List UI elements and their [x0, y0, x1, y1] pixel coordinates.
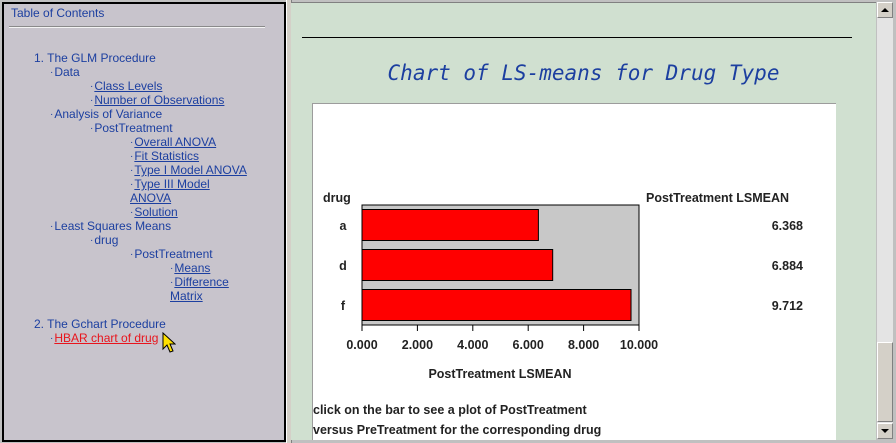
chart-title: Chart of LS-means for Drug Type: [387, 61, 780, 85]
bullet-icon: ·: [130, 151, 134, 162]
bar-f[interactable]: [361, 289, 632, 321]
bullet-icon: ·: [170, 277, 174, 288]
arrow-down-icon: [881, 429, 889, 433]
x-tick-label: 6.000: [513, 338, 544, 352]
toc-link[interactable]: ANOVA: [130, 191, 171, 205]
toc-link[interactable]: Overall ANOVA: [134, 135, 216, 149]
toc-link[interactable]: Type III Model: [134, 177, 209, 191]
toc-item: ·Data: [50, 65, 80, 81]
bullet-icon: ·: [170, 263, 174, 274]
hbar-chart: a 6.368 d 6.884 f 9.712 drug PostTreatment LSME…: [323, 191, 803, 381]
toc-item[interactable]: ·HBAR chart of drug: [50, 331, 158, 347]
bullet-icon: ·: [130, 179, 134, 190]
bullet-icon: ·: [130, 207, 134, 218]
category-label: f: [341, 299, 346, 313]
bullet-icon: ·: [90, 95, 94, 106]
bullet-icon: ·: [50, 333, 54, 344]
footnote-line-1: click on the bar to see a plot of PostTr…: [313, 403, 587, 417]
bullet-icon: ·: [50, 221, 54, 232]
toc-label: Data: [54, 65, 80, 79]
toc-item: ·drug: [90, 233, 118, 249]
toc-item[interactable]: Matrix: [170, 289, 203, 303]
footnote-line-2: versus PreTreatment for the correspondin…: [313, 423, 602, 437]
toc-link[interactable]: Difference: [174, 275, 228, 289]
content-pane: Chart of LS-means for Drug Type a 6.368 d 6…: [291, 2, 876, 440]
x-tick-label: 0.000: [346, 338, 377, 352]
toc-item[interactable]: ANOVA: [130, 191, 171, 205]
bullet-icon: ·: [130, 137, 134, 148]
toc-link[interactable]: HBAR chart of drug: [54, 331, 158, 345]
value-label: 9.712: [772, 299, 803, 313]
value-label: 6.884: [772, 259, 803, 273]
scroll-up-button[interactable]: [877, 2, 893, 18]
mouse-pointer-icon: [162, 332, 176, 353]
bullet-icon: ·: [90, 81, 94, 92]
scroll-down-button[interactable]: [877, 423, 893, 439]
bar-a[interactable]: [361, 209, 539, 241]
toc-link[interactable]: Means: [174, 261, 210, 275]
toc-link[interactable]: Matrix: [170, 289, 203, 303]
x-axis-label: PostTreatment LSMEAN: [428, 367, 571, 381]
scrollbar-thumb[interactable]: [877, 342, 893, 422]
category-axis-label: drug: [323, 191, 351, 205]
toc-label: PostTreatment: [94, 121, 173, 135]
value-column-header: PostTreatment LSMEAN: [646, 191, 789, 205]
toc-divider: [9, 26, 265, 28]
toc-item: 1. The GLM Procedure: [34, 51, 156, 65]
arrow-up-icon: [881, 8, 889, 12]
toc-label: Analysis of Variance: [54, 107, 163, 121]
bar-d[interactable]: [361, 249, 554, 281]
bullet-icon: ·: [90, 235, 94, 246]
toc-label: PostTreatment: [134, 247, 213, 261]
toc-label: Least Squares Means: [54, 219, 172, 233]
bullet-icon: ·: [90, 123, 94, 134]
toc-item: 2. The Gchart Procedure: [34, 317, 166, 331]
bullet-icon: ·: [50, 67, 54, 78]
toc-title: Table of Contents: [11, 6, 105, 20]
value-label: 6.368: [772, 219, 803, 233]
toc-label: 2. The Gchart Procedure: [34, 317, 166, 331]
bullet-icon: ·: [130, 165, 134, 176]
x-tick-label: 2.000: [402, 338, 433, 352]
x-tick-label: 8.000: [568, 338, 599, 352]
chart-frame: a 6.368 d 6.884 f 9.712 drug PostTreatment LSME…: [312, 103, 836, 440]
category-label: a: [340, 219, 348, 233]
toc-label: 1. The GLM Procedure: [34, 51, 156, 65]
toc-link[interactable]: Number of Observations: [94, 93, 224, 107]
horizontal-rule: [302, 37, 852, 38]
toc-link[interactable]: Type I Model ANOVA: [134, 163, 247, 177]
category-label: d: [339, 259, 347, 273]
x-tick-label: 4.000: [457, 338, 488, 352]
toc-panel: Table of Contents 1. The GLM Procedure ·D…: [2, 2, 286, 442]
toc-label: drug: [94, 233, 119, 247]
toc-link[interactable]: Class Levels: [94, 79, 162, 93]
bullet-icon: ·: [130, 249, 134, 260]
toc-link[interactable]: Solution: [134, 205, 177, 219]
bullet-icon: ·: [50, 109, 54, 120]
toc-link[interactable]: Fit Statistics: [134, 149, 199, 163]
vertical-scrollbar[interactable]: [877, 2, 893, 439]
x-tick-label: 10.000: [620, 338, 658, 352]
